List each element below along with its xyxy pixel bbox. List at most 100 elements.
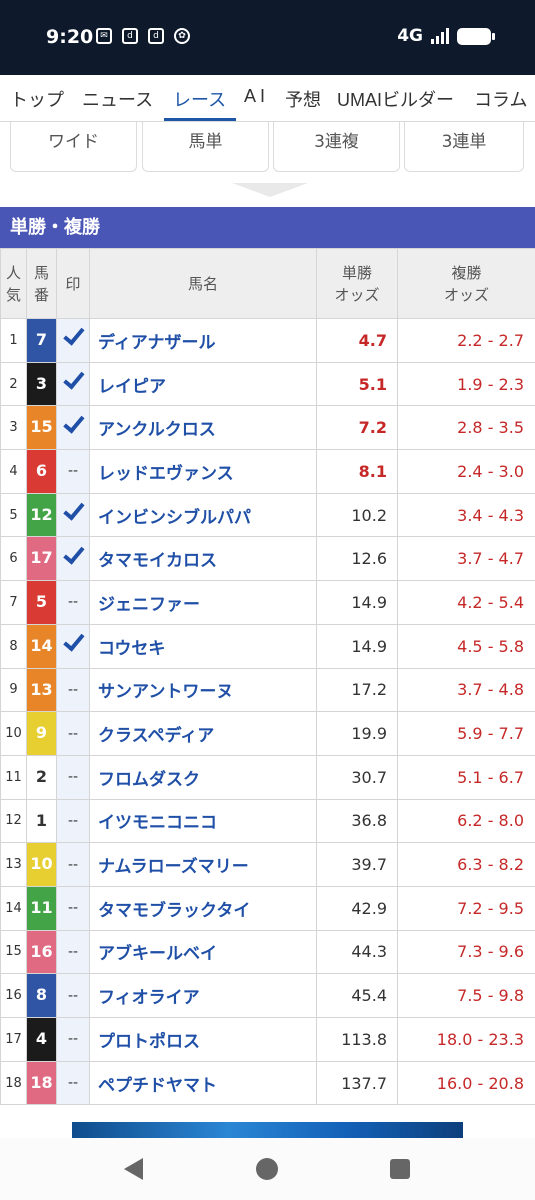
horse-name-link[interactable]: レッドエヴァンス xyxy=(89,449,317,494)
horse-name-link[interactable]: ジェニファー xyxy=(89,580,317,625)
nav-item-news[interactable]: ニュース xyxy=(82,86,153,112)
mark-cell[interactable] xyxy=(56,318,90,363)
mark-cell[interactable]: -- xyxy=(56,580,90,625)
table-row[interactable]: 9 13 -- サンアントワーヌ 17.2 3.7 - 4.8 xyxy=(0,667,535,713)
header-popularity-line1: 人 xyxy=(5,263,21,282)
mark-empty: -- xyxy=(67,1031,79,1048)
table-row[interactable]: 16 8 -- フィオライア 45.4 7.5 - 9.8 xyxy=(0,973,535,1018)
ad-banner[interactable] xyxy=(72,1122,463,1138)
table-row[interactable]: 11 2 -- フロムダスク 30.7 5.1 - 6.7 xyxy=(0,754,535,800)
battery-icon xyxy=(457,27,495,45)
mark-cell[interactable] xyxy=(56,623,90,669)
horse-name-link[interactable]: フロムダスク xyxy=(89,754,317,800)
mark-cell[interactable]: -- xyxy=(56,667,90,713)
nav-item-prediction[interactable]: 予想 xyxy=(285,86,321,112)
horse-number-badge: 2 xyxy=(27,755,56,799)
horse-number-cell: 2 xyxy=(26,754,57,800)
nav-item-umai-builder[interactable]: UMAIビルダー xyxy=(337,86,454,112)
check-icon xyxy=(62,367,85,390)
bet-tab-trio[interactable]: 3連複 xyxy=(273,122,400,172)
mark-cell[interactable]: -- xyxy=(56,885,90,931)
horse-name-link[interactable]: レイピア xyxy=(89,361,317,407)
mark-cell[interactable]: -- xyxy=(56,798,90,844)
horse-number-cell: 1 xyxy=(26,798,57,844)
horse-name-link[interactable]: ディアナザール xyxy=(89,318,317,363)
mark-cell[interactable] xyxy=(56,492,90,538)
mark-cell[interactable]: -- xyxy=(56,842,90,887)
check-icon xyxy=(62,323,85,346)
header-popularity: 人気 xyxy=(0,248,27,319)
table-row[interactable]: 7 5 -- ジェニファー 14.9 4.2 - 5.4 xyxy=(0,580,535,625)
mark-cell[interactable] xyxy=(56,536,90,582)
mark-cell[interactable]: -- xyxy=(56,973,90,1018)
nav-item-top[interactable]: トップ xyxy=(10,86,64,112)
mark-cell[interactable] xyxy=(56,361,90,407)
table-row[interactable]: 13 10 -- ナムラローズマリー 39.7 6.3 - 8.2 xyxy=(0,842,535,887)
mark-cell[interactable]: -- xyxy=(56,449,90,494)
horse-name-link[interactable]: プロトポロス xyxy=(89,1017,317,1062)
horse-name-link[interactable]: ナムラローズマリー xyxy=(89,842,317,887)
table-row[interactable]: 18 18 -- ペプチドヤマト 137.7 16.0 - 20.8 xyxy=(0,1060,535,1106)
place-odds-cell: 2.8 - 3.5 xyxy=(397,405,535,451)
bet-tab-wide[interactable]: ワイド xyxy=(10,122,137,172)
table-row[interactable]: 14 11 -- タマモブラックタイ 42.9 7.2 - 9.5 xyxy=(0,885,535,931)
mark-cell[interactable]: -- xyxy=(56,754,90,800)
home-icon[interactable] xyxy=(256,1158,278,1180)
back-icon[interactable] xyxy=(124,1158,143,1180)
popularity-cell: 13 xyxy=(0,842,27,887)
table-row[interactable]: 6 17 タマモイカロス 12.6 3.7 - 4.7 xyxy=(0,536,535,582)
table-row[interactable]: 10 9 -- クラスペディア 19.9 5.9 - 7.7 xyxy=(0,711,535,756)
network-label: 4G xyxy=(397,26,423,46)
table-row[interactable]: 12 1 -- イツモニコニコ 36.8 6.2 - 8.0 xyxy=(0,798,535,844)
horse-name-link[interactable]: タマモブラックタイ xyxy=(89,885,317,931)
horse-name-link[interactable]: サンアントワーヌ xyxy=(89,667,317,713)
table-row[interactable]: 8 14 コウセキ 14.9 4.5 - 5.8 xyxy=(0,623,535,669)
table-row[interactable]: 3 15 アンクルクロス 7.2 2.8 - 3.5 xyxy=(0,405,535,451)
mark-empty: -- xyxy=(67,463,79,480)
header-win-odds[interactable]: 単勝 オッズ xyxy=(316,248,398,319)
horse-name-link[interactable]: クラスペディア xyxy=(89,711,317,756)
table-row[interactable]: 4 6 -- レッドエヴァンス 8.1 2.4 - 3.0 xyxy=(0,449,535,494)
table-row[interactable]: 17 4 -- プロトポロス 113.8 18.0 - 23.3 xyxy=(0,1017,535,1062)
horse-name-link[interactable]: アンクルクロス xyxy=(89,405,317,451)
horse-name-link[interactable]: イツモニコニコ xyxy=(89,798,317,844)
horse-name-link[interactable]: フィオライア xyxy=(89,973,317,1018)
horse-name-link[interactable]: タマモイカロス xyxy=(89,536,317,582)
popularity-cell: 15 xyxy=(0,929,27,975)
horse-name-link[interactable]: コウセキ xyxy=(89,623,317,669)
win-odds-cell: 5.1 xyxy=(316,361,398,407)
table-row[interactable]: 1 7 ディアナザール 4.7 2.2 - 2.7 xyxy=(0,318,535,363)
horse-number-cell: 4 xyxy=(26,1017,57,1062)
mark-empty: -- xyxy=(67,812,79,829)
mark-cell[interactable]: -- xyxy=(56,1060,90,1106)
win-odds-cell: 7.2 xyxy=(316,405,398,451)
mark-empty: -- xyxy=(67,725,79,742)
popularity-cell: 7 xyxy=(0,580,27,625)
nav-item-column[interactable]: コラム xyxy=(474,86,527,112)
nav-item-race[interactable]: レース xyxy=(173,86,226,112)
table-row[interactable]: 2 3 レイピア 5.1 1.9 - 2.3 xyxy=(0,361,535,407)
horse-name-link[interactable]: インビンシブルパパ xyxy=(89,492,317,538)
nav-item-ai[interactable]: A I xyxy=(244,86,265,107)
header-place-odds[interactable]: 複勝 オッズ xyxy=(397,248,535,319)
check-icon xyxy=(62,498,85,521)
recent-apps-icon[interactable] xyxy=(390,1159,410,1179)
place-odds-cell: 5.9 - 7.7 xyxy=(397,711,535,756)
popularity-cell: 18 xyxy=(0,1060,27,1106)
mark-cell[interactable]: -- xyxy=(56,929,90,975)
bet-type-tabs: ワイド 馬単 3連複 3連単 xyxy=(0,122,535,182)
mark-cell[interactable] xyxy=(56,405,90,451)
mark-cell[interactable]: -- xyxy=(56,711,90,756)
horse-name-link[interactable]: ペプチドヤマト xyxy=(89,1060,317,1106)
mark-cell[interactable]: -- xyxy=(56,1017,90,1062)
horse-number-badge: 13 xyxy=(27,668,56,712)
table-row[interactable]: 5 12 インビンシブルパパ 10.2 3.4 - 4.3 xyxy=(0,492,535,538)
bet-tab-trifecta[interactable]: 3連単 xyxy=(404,122,524,172)
win-odds-cell: 42.9 xyxy=(316,885,398,931)
horse-name-link[interactable]: アブキールベイ xyxy=(89,929,317,975)
mark-empty: -- xyxy=(67,943,79,960)
popularity-cell: 9 xyxy=(0,667,27,713)
table-row[interactable]: 15 16 -- アブキールベイ 44.3 7.3 - 9.6 xyxy=(0,929,535,975)
header-win-odds-line2: オッズ xyxy=(334,285,380,304)
bet-tab-exacta[interactable]: 馬単 xyxy=(142,122,269,172)
